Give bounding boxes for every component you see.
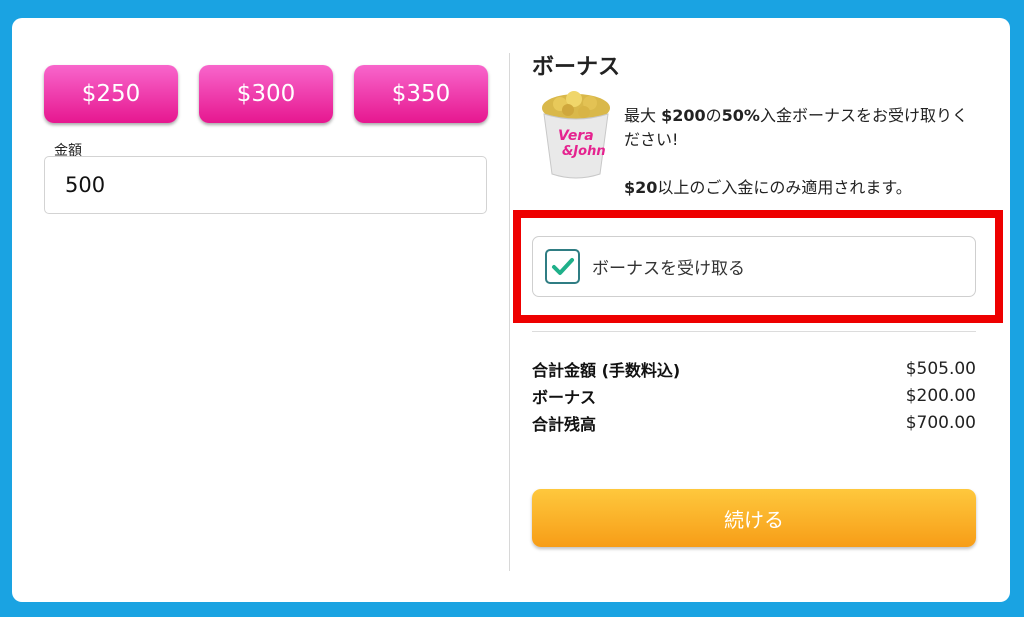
summary-row-bonus: ボーナス $200.00 — [532, 382, 976, 409]
bonus-minimum-note: $20以上のご入金にのみ適用されます。 — [624, 178, 912, 197]
summary-value: $700.00 — [905, 412, 976, 433]
amount-preset-350-button[interactable]: $350 — [354, 65, 488, 123]
bonus-bucket-icon: Vera &John — [542, 91, 610, 179]
checkmark-icon — [551, 257, 574, 275]
summary-label: 合計金額 (手数料込) — [532, 360, 681, 380]
bonus-description: 最大 $200の50%入金ボーナスをお受け取りください! — [624, 106, 968, 149]
brand-text-john: &John — [562, 144, 606, 159]
continue-button[interactable]: 続ける — [532, 489, 976, 547]
amount-preset-250-button[interactable]: $250 — [44, 65, 178, 123]
accept-bonus-checkbox[interactable]: ボーナスを受け取る — [532, 236, 976, 297]
summary-value: $505.00 — [905, 358, 976, 379]
summary-row-total: 合計金額 (手数料込) $505.00 — [532, 355, 976, 382]
accept-bonus-label: ボーナスを受け取る — [592, 259, 745, 279]
summary-label: ボーナス — [532, 387, 597, 407]
amount-preset-300-button[interactable]: $300 — [199, 65, 333, 123]
checkbox-box[interactable] — [545, 249, 580, 284]
summary-list: 合計金額 (手数料込) $505.00 ボーナス $200.00 合計残高 $7… — [532, 355, 976, 436]
brand-text-vera: Vera — [558, 128, 594, 144]
summary-value: $200.00 — [905, 385, 976, 406]
deposit-panel: $250 $300 $350 金額 ボーナス Vera &John 最大 $20… — [12, 18, 1010, 602]
summary-row-balance: 合計残高 $700.00 — [532, 409, 976, 436]
bonus-title: ボーナス — [532, 55, 621, 80]
summary-divider — [532, 331, 976, 332]
summary-label: 合計残高 — [532, 414, 597, 434]
amount-input[interactable] — [44, 156, 487, 214]
column-divider — [509, 53, 510, 571]
